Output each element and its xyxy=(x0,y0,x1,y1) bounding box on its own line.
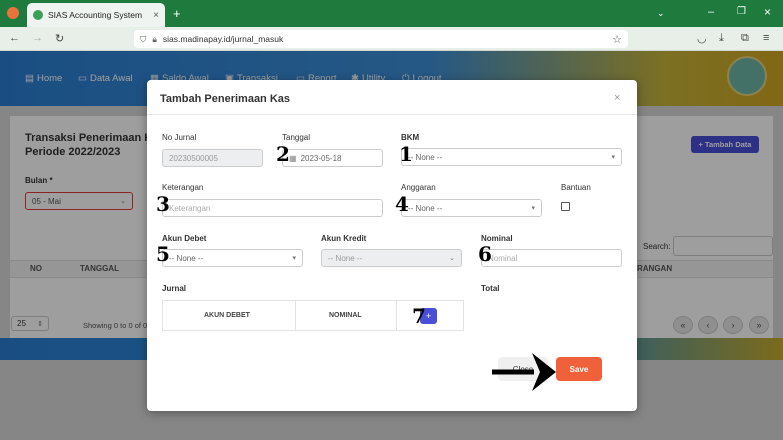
no-jurnal-value: 20230500005 xyxy=(169,153,218,163)
download-icon[interactable]: ⤓ xyxy=(719,32,724,45)
forward-icon[interactable]: → xyxy=(32,32,43,44)
jurnal-table-divider xyxy=(396,300,397,331)
modal-divider xyxy=(147,114,637,115)
tanggal-field[interactable]: ▦ 2023-05-18 xyxy=(282,149,383,167)
pocket-icon[interactable]: ◡ xyxy=(697,32,707,45)
tanggal-label: Tanggal xyxy=(282,133,311,142)
jurnal-col-akun-debet: AKUN DEBET xyxy=(204,312,250,319)
site-favicon-icon xyxy=(33,10,43,20)
keterangan-label: Keterangan xyxy=(162,183,204,192)
reload-icon[interactable]: ↻ xyxy=(55,32,64,45)
jurnal-col-nominal: NOMINAL xyxy=(329,312,362,319)
keterangan-placeholder: Keterangan xyxy=(169,203,211,213)
minimize-icon[interactable]: – xyxy=(708,6,714,18)
no-jurnal-label: No Jurnal xyxy=(162,133,197,142)
jurnal-label: Jurnal xyxy=(162,284,187,293)
restore-icon[interactable]: ❐ xyxy=(737,6,746,17)
bkm-label: BKM xyxy=(401,133,420,142)
new-tab-icon[interactable]: + xyxy=(173,6,181,21)
annotation-number-7: 7 xyxy=(412,304,426,328)
bkm-value: -- None -- xyxy=(408,152,443,162)
annotation-arrow-icon xyxy=(492,353,556,391)
annotation-number-3: 3 xyxy=(156,192,170,216)
nominal-input[interactable]: Nominal xyxy=(481,249,622,267)
bookmark-star-icon[interactable]: ☆ xyxy=(612,33,622,46)
modal-close-icon[interactable]: × xyxy=(614,92,620,104)
chevron-down-icon: ⌄ xyxy=(449,255,455,262)
shield-icon: ⛉ xyxy=(140,33,147,44)
akun-kredit-select: -- None -- ⌄ xyxy=(321,249,462,267)
close-tab-icon[interactable]: × xyxy=(153,10,159,21)
menu-icon[interactable]: ≡ xyxy=(763,32,769,44)
chevron-down-icon: ▾ xyxy=(531,205,535,212)
modal-title: Tambah Penerimaan Kas xyxy=(160,93,291,105)
akun-kredit-value: -- None -- xyxy=(328,253,363,263)
bkm-select[interactable]: -- None -- ▾ xyxy=(401,148,622,166)
total-label: Total xyxy=(481,284,500,293)
no-jurnal-field: 20230500005 xyxy=(162,149,263,167)
jurnal-table-divider xyxy=(295,300,296,331)
chevron-down-icon: ▾ xyxy=(292,255,296,262)
close-window-icon[interactable]: × xyxy=(764,5,771,19)
anggaran-value: -- None -- xyxy=(408,203,443,213)
lock-icon: 🔒︎ xyxy=(152,33,157,44)
keterangan-input[interactable]: Keterangan xyxy=(162,199,383,217)
nominal-placeholder: Nominal xyxy=(488,253,518,263)
save-button[interactable]: Save xyxy=(556,357,602,381)
annotation-number-5: 5 xyxy=(156,242,170,266)
bantuan-label: Bantuan xyxy=(561,183,591,192)
firefox-icon xyxy=(7,7,19,19)
tanggal-value: 2023-05-18 xyxy=(300,153,342,163)
tab-list-icon[interactable]: ⌄ xyxy=(657,8,665,19)
url-field[interactable]: ⛉ 🔒︎ sias.madinapay.id/jurnal_masuk ☆ xyxy=(134,30,628,48)
url-text: sias.madinapay.id/jurnal_masuk xyxy=(162,34,284,44)
annotation-number-1: 1 xyxy=(399,142,413,166)
tab-title: SIAS Accounting System xyxy=(48,10,143,20)
back-icon[interactable]: ← xyxy=(9,32,20,44)
akun-kredit-label: Akun Kredit xyxy=(321,234,367,243)
bantuan-checkbox[interactable] xyxy=(561,202,570,211)
annotation-number-6: 6 xyxy=(478,242,492,266)
extensions-icon[interactable]: ⧉ xyxy=(741,32,749,45)
akun-debet-select[interactable]: -- None -- ▾ xyxy=(162,249,303,267)
annotation-number-4: 4 xyxy=(395,192,409,216)
browser-tab[interactable]: SIAS Accounting System × xyxy=(27,3,165,27)
anggaran-label: Anggaran xyxy=(401,183,436,192)
calendar-icon: ▦ xyxy=(289,153,297,163)
anggaran-select[interactable]: -- None -- ▾ xyxy=(401,199,542,217)
chevron-down-icon: ▾ xyxy=(611,154,615,161)
akun-debet-value: -- None -- xyxy=(169,253,204,263)
annotation-number-2: 2 xyxy=(276,142,290,166)
